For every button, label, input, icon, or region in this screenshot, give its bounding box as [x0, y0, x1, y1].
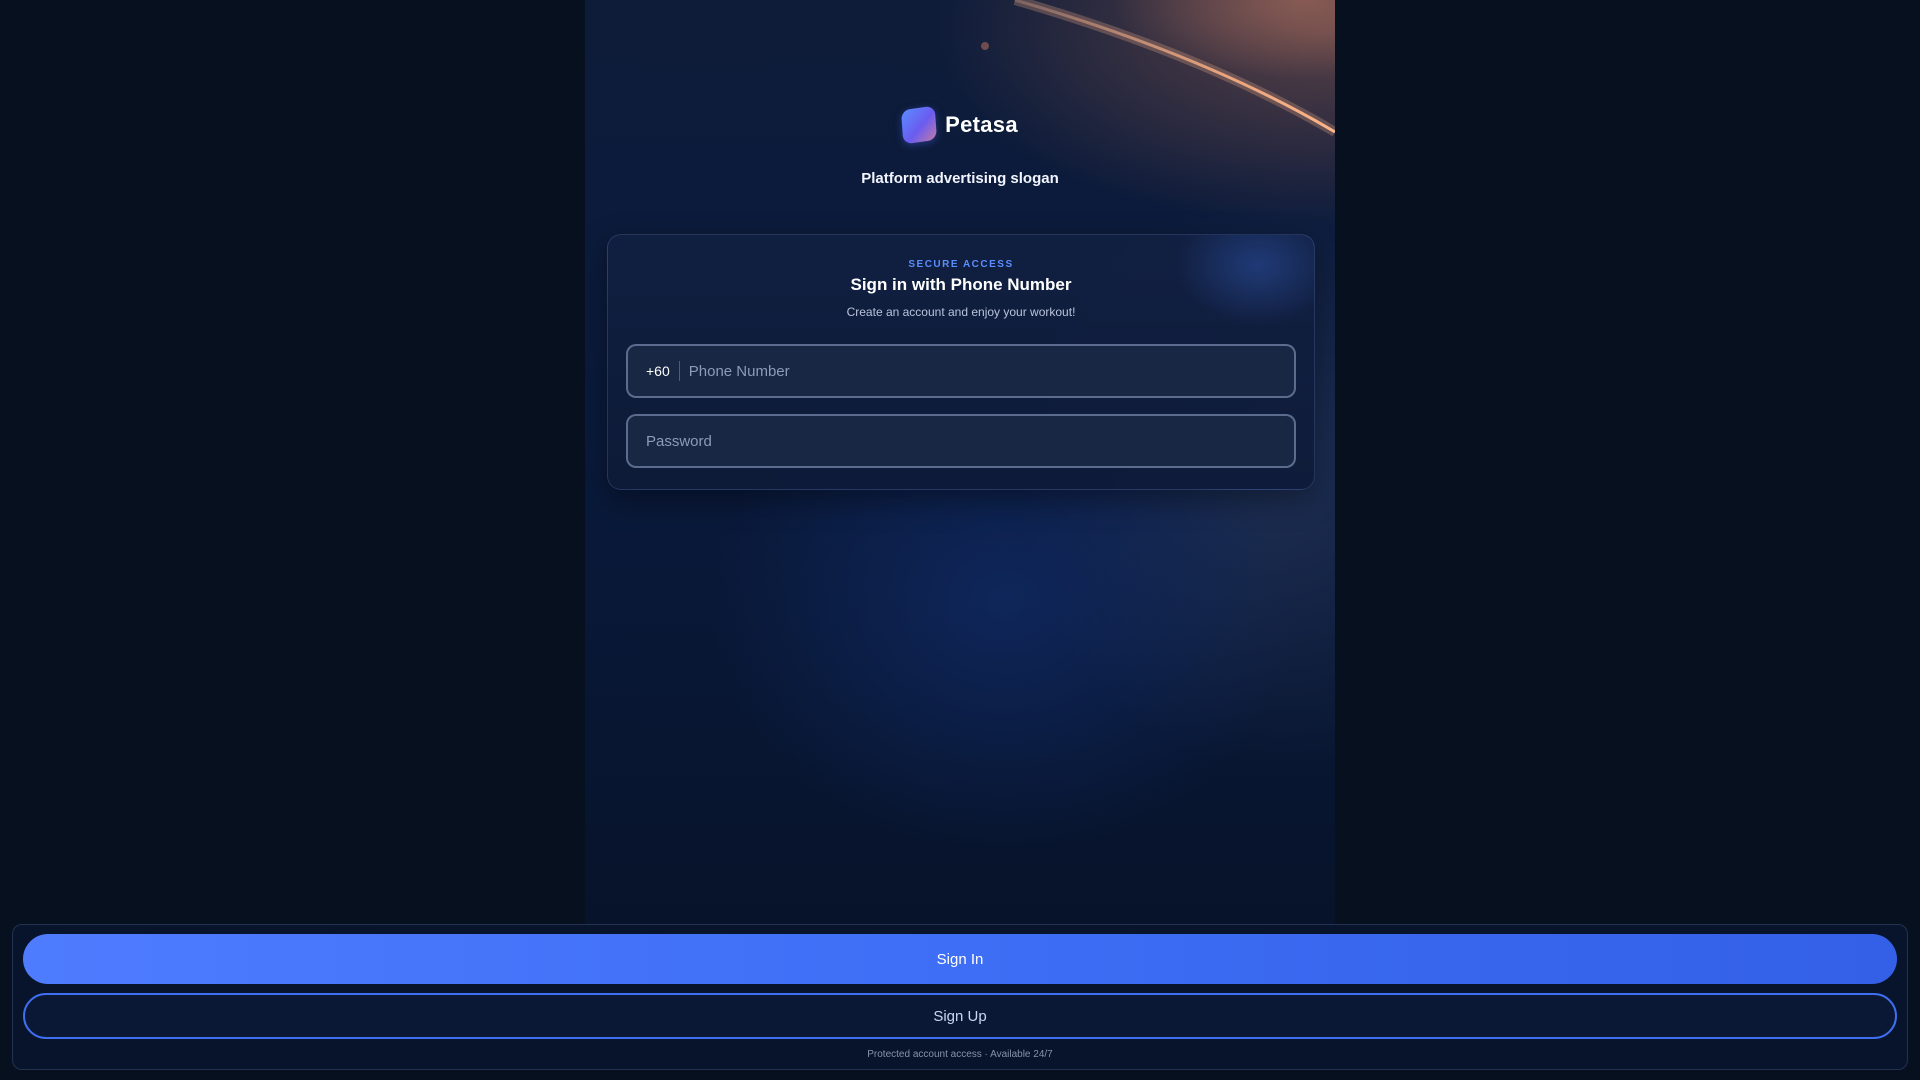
sign-up-button[interactable]: Sign Up: [23, 993, 1897, 1039]
sign-in-button[interactable]: Sign In: [23, 934, 1897, 984]
password-field[interactable]: [626, 414, 1296, 468]
password-input[interactable]: [628, 416, 1294, 466]
brand-slogan: Platform advertising slogan: [861, 170, 1059, 187]
app-background: Petasa Platform advertising slogan SECUR…: [0, 0, 1920, 1080]
country-code-prefix[interactable]: +60: [628, 361, 680, 381]
action-bar: Sign In Sign Up Protected account access…: [12, 924, 1908, 1070]
login-card: SECURE ACCESS Sign in with Phone Number …: [607, 234, 1315, 490]
card-eyebrow: SECURE ACCESS: [908, 259, 1014, 270]
hero-panel: Petasa Platform advertising slogan SECUR…: [585, 0, 1335, 925]
phone-field[interactable]: +60: [626, 344, 1296, 398]
petasa-logo-icon: [901, 105, 938, 145]
footnote-text: Protected account access · Available 24/…: [867, 1049, 1053, 1060]
brand-name: Petasa: [945, 112, 1018, 137]
card-subtitle: Create an account and enjoy your workout…: [846, 305, 1076, 319]
brand-header: Petasa: [585, 105, 1335, 145]
phone-number-input[interactable]: [679, 346, 1294, 396]
card-title: Sign in with Phone Number: [850, 275, 1072, 294]
